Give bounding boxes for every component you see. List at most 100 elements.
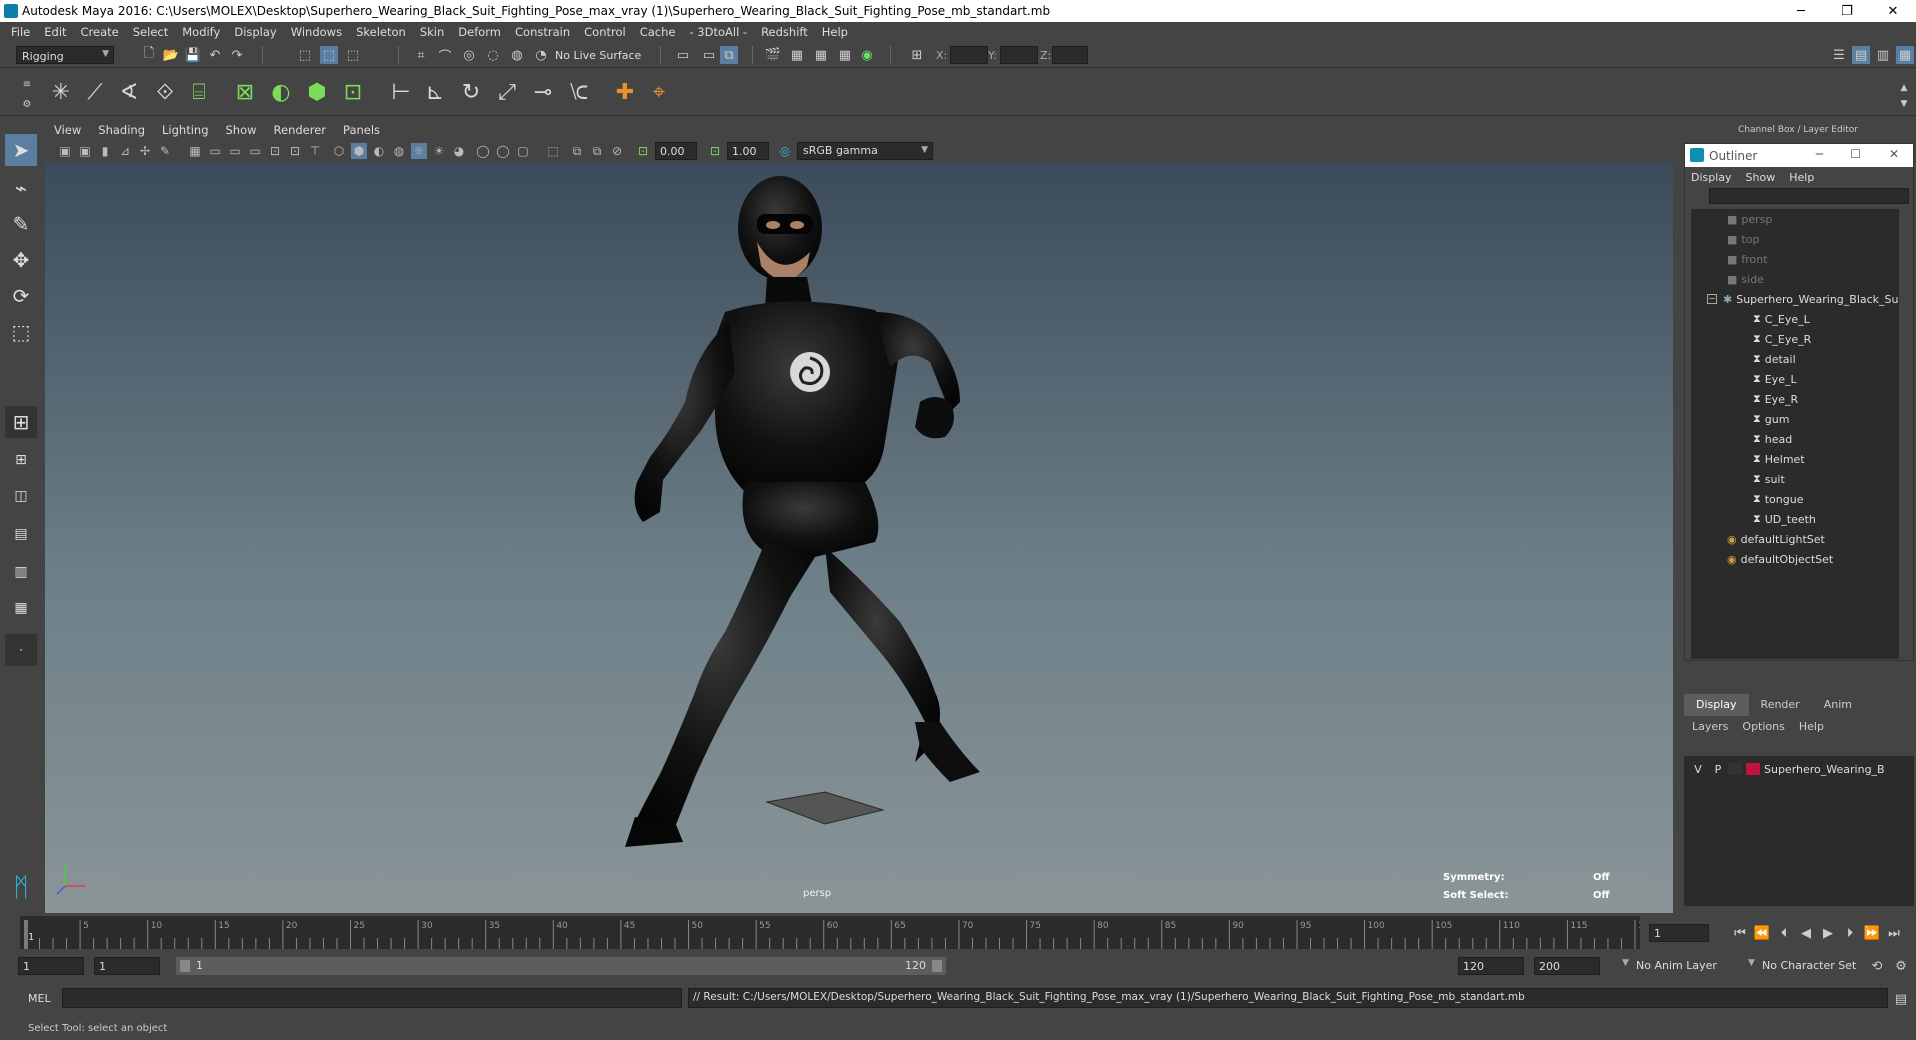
vp-menu-view[interactable]: View — [54, 123, 81, 137]
transform-mode-icon[interactable]: ⊞ — [908, 46, 926, 64]
range-bar[interactable]: 1 120 — [176, 957, 946, 975]
list-item[interactable]: ⧗ detail — [1753, 349, 1796, 369]
play-back-icon[interactable]: ◀ — [1797, 924, 1815, 942]
list-item[interactable]: ⧗ suit — [1753, 469, 1785, 489]
motion-blur-icon[interactable]: ⊘ — [609, 143, 625, 159]
restore-button[interactable]: ❐ — [1824, 0, 1870, 22]
list-item[interactable]: ■ persp — [1727, 209, 1772, 229]
textured-icon[interactable]: ◍ — [391, 143, 407, 159]
menu-skeleton[interactable]: Skeleton — [356, 25, 406, 39]
tool-settings-icon[interactable]: ▥ — [1874, 46, 1892, 64]
outliner-menu-show[interactable]: Show — [1746, 171, 1776, 184]
select-camera-icon[interactable]: ⬚ — [545, 143, 561, 159]
vp-menu-panels[interactable]: Panels — [343, 123, 380, 137]
menu-deform[interactable]: Deform — [458, 25, 501, 39]
snap-grid-icon[interactable]: ⌗ — [412, 46, 430, 64]
safe-action-icon[interactable]: ⊡ — [287, 143, 303, 159]
go-to-start-icon[interactable]: ⏮ — [1731, 924, 1749, 942]
collapse-icon[interactable]: − — [1707, 294, 1717, 304]
layer-menu-options[interactable]: Options — [1742, 720, 1784, 733]
undo-icon[interactable]: ↶ — [206, 46, 224, 64]
gamma-field[interactable]: 1.00 — [727, 142, 769, 160]
outliner-menu-display[interactable]: Display — [1691, 171, 1732, 184]
shadows-icon[interactable]: ☀ — [431, 143, 447, 159]
redo-icon[interactable]: ↷ — [228, 46, 246, 64]
more-layouts-icon[interactable]: · — [5, 634, 37, 666]
camera-attr-icon[interactable]: ▣ — [77, 143, 93, 159]
attribute-editor-icon[interactable]: ▤ — [1852, 46, 1870, 64]
outliner-minimize-icon[interactable]: ─ — [1816, 147, 1823, 161]
snap-view-icon[interactable]: ◌ — [484, 46, 502, 64]
menu-cache[interactable]: Cache — [640, 25, 676, 39]
current-frame-field[interactable]: 1 — [1649, 924, 1709, 942]
select-tool-icon[interactable]: ➤ — [5, 134, 37, 166]
gamma-icon[interactable]: ⊡ — [707, 143, 723, 159]
menu-skin[interactable]: Skin — [420, 25, 444, 39]
list-item[interactable]: ⧗ UD_teeth — [1753, 509, 1816, 529]
menu-help[interactable]: Help — [822, 25, 848, 39]
start-time-field[interactable]: 1 — [18, 957, 84, 975]
select-object-icon[interactable]: ⬚ — [320, 46, 338, 64]
menu-display[interactable]: Display — [234, 25, 276, 39]
list-item[interactable]: ⧗ tongue — [1753, 489, 1803, 509]
outliner-search-input[interactable] — [1709, 188, 1909, 204]
playback-end-field[interactable]: 120 — [1458, 957, 1524, 975]
outliner-maximize-icon[interactable]: ☐ — [1850, 147, 1861, 161]
tab-anim[interactable]: Anim — [1812, 694, 1864, 716]
field-chart-icon[interactable]: ⊡ — [267, 143, 283, 159]
safe-title-icon[interactable]: ⊤ — [307, 143, 323, 159]
layer-type-toggle[interactable] — [1728, 763, 1742, 775]
z-field[interactable] — [1052, 46, 1088, 64]
list-item[interactable]: ⧗ C_Eye_L — [1753, 309, 1810, 329]
menu-modify[interactable]: Modify — [182, 25, 220, 39]
camera-select-icon[interactable]: ▣ — [57, 143, 73, 159]
rotate-tool-icon[interactable]: ⟳ — [5, 280, 37, 312]
command-input[interactable] — [62, 988, 682, 1008]
list-item[interactable]: ■ side — [1727, 269, 1764, 289]
menu-file[interactable]: File — [11, 25, 30, 39]
wireframe-icon[interactable]: ⬡ — [331, 143, 347, 159]
outliner-list[interactable]: ■ persp ■ top ■ front ■ side − ✱ Superhero_Wea… — [1691, 209, 1899, 659]
gate-mask-icon[interactable]: ▭ — [247, 143, 263, 159]
image-plane-icon[interactable]: ⊿ — [117, 143, 133, 159]
step-back-icon[interactable]: ⏪ — [1753, 924, 1771, 942]
grease-pencil-icon[interactable]: ✎ — [157, 143, 173, 159]
script-editor-icon[interactable]: ▤ — [1892, 990, 1910, 1008]
pole-vector-icon[interactable]: ⟈ — [564, 77, 594, 107]
play-forward-icon[interactable]: ▶ — [1819, 924, 1837, 942]
color-space-dropdown[interactable]: sRGB gamma ▼ — [797, 142, 933, 160]
mirror-joint-icon[interactable]: ⟐ — [150, 77, 180, 107]
screen-space-icon[interactable]: ⧉ — [589, 143, 605, 159]
render-current-icon[interactable]: ▦ — [788, 46, 806, 64]
step-forward-key-icon[interactable]: ⏵ — [1841, 924, 1859, 942]
parent-constraint-icon[interactable]: ⊸ — [528, 77, 558, 107]
step-back-key-icon[interactable]: ⏴ — [1775, 924, 1793, 942]
hypershade-icon[interactable]: ◉ — [858, 46, 876, 64]
anim-layer-dropdown[interactable]: ▼ No Anim Layer — [1622, 957, 1742, 975]
ipr-render-icon[interactable]: ▦ — [812, 46, 830, 64]
scale-tool-icon[interactable]: ⬚ — [5, 316, 37, 348]
snap-surface-icon[interactable]: ◍ — [508, 46, 526, 64]
color-management-icon[interactable]: ◎ — [777, 143, 793, 159]
cluster-icon[interactable]: ⊡ — [338, 77, 368, 107]
layer-menu-help[interactable]: Help — [1799, 720, 1824, 733]
scale-constraint-icon[interactable]: ⤢ — [492, 77, 522, 107]
list-item[interactable]: ◉ defaultObjectSet — [1727, 549, 1833, 569]
time-slider[interactable]: 5 10 15 20 25 30 35 40 45 50 55 60 65 70 75 80 85 90 95 100… — [20, 916, 1655, 949]
menu-select[interactable]: Select — [133, 25, 168, 39]
layout-hypershade-icon[interactable]: ▦ — [5, 592, 37, 624]
grid-icon[interactable]: ▦ — [187, 143, 203, 159]
open-scene-icon[interactable]: 📂 — [162, 46, 180, 64]
menu-edit[interactable]: Edit — [44, 25, 66, 39]
paint-select-icon[interactable]: ✎ — [5, 208, 37, 240]
list-item[interactable]: ◉ defaultLightSet — [1727, 529, 1825, 549]
list-item[interactable]: ■ top — [1727, 229, 1759, 249]
film-gate-icon[interactable]: ▭ — [207, 143, 223, 159]
auto-key-icon[interactable]: ⟲ — [1868, 957, 1886, 975]
layout-outliner-icon[interactable]: ▤ — [5, 518, 37, 550]
list-item[interactable]: ■ front — [1727, 249, 1768, 269]
layer-color-swatch[interactable] — [1746, 763, 1760, 775]
list-item[interactable]: ⧗ head — [1753, 429, 1792, 449]
smooth-shade-icon[interactable]: ⬢ — [351, 143, 367, 159]
y-field[interactable] — [1000, 46, 1038, 64]
